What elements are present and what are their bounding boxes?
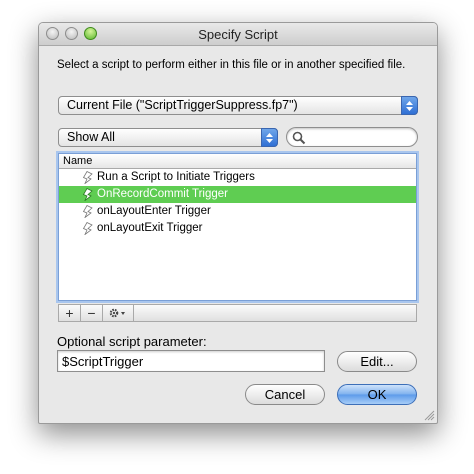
script-row-run-a-script[interactable]: Run a Script to Initiate Triggers xyxy=(59,169,416,186)
script-row-label: Run a Script to Initiate Triggers xyxy=(97,171,255,183)
resize-grip-icon[interactable] xyxy=(424,410,435,421)
search-icon xyxy=(292,131,306,145)
script-list[interactable]: Name Run a Script to Initiate Triggers O… xyxy=(58,153,417,301)
remove-script-button[interactable]: − xyxy=(81,305,103,321)
file-popup[interactable]: Current File ("ScriptTriggerSuppress.fp7… xyxy=(58,96,418,115)
window-title: Specify Script xyxy=(198,27,278,42)
chevron-updown-icon xyxy=(401,96,418,115)
edit-button[interactable]: Edit... xyxy=(337,351,417,372)
script-icon xyxy=(82,188,93,201)
instruction-text: Select a script to perform either in thi… xyxy=(57,59,406,71)
specify-script-dialog: Specify Script Select a script to perfor… xyxy=(38,22,438,424)
parameter-label: Optional script parameter: xyxy=(57,334,207,349)
title-bar[interactable]: Specify Script xyxy=(39,23,437,46)
parameter-input[interactable] xyxy=(57,350,325,372)
script-row-label: onLayoutExit Trigger xyxy=(97,222,203,234)
filter-popup[interactable]: Show All xyxy=(58,128,278,147)
gear-icon xyxy=(109,308,125,318)
filter-popup-value: Show All xyxy=(67,130,115,144)
script-row-onlayoutexit[interactable]: onLayoutExit Trigger xyxy=(59,220,416,237)
action-menu-button[interactable] xyxy=(103,305,134,321)
script-icon xyxy=(82,222,93,235)
chevron-updown-icon xyxy=(261,128,278,147)
file-popup-value: Current File ("ScriptTriggerSuppress.fp7… xyxy=(67,98,298,112)
ok-button[interactable]: OK xyxy=(337,384,417,405)
script-icon xyxy=(82,171,93,184)
script-row-onlayoutenter[interactable]: onLayoutEnter Trigger xyxy=(59,203,416,220)
script-icon xyxy=(82,205,93,218)
add-script-button[interactable]: + xyxy=(59,305,81,321)
name-column-header[interactable]: Name xyxy=(59,154,416,169)
script-row-label: OnRecordCommit Trigger xyxy=(97,188,229,200)
list-footer-bar: + − xyxy=(58,304,417,322)
script-row-label: onLayoutEnter Trigger xyxy=(97,205,211,217)
search-field[interactable] xyxy=(286,127,418,147)
cancel-button[interactable]: Cancel xyxy=(245,384,325,405)
script-row-onrecordcommit[interactable]: OnRecordCommit Trigger xyxy=(59,186,416,203)
